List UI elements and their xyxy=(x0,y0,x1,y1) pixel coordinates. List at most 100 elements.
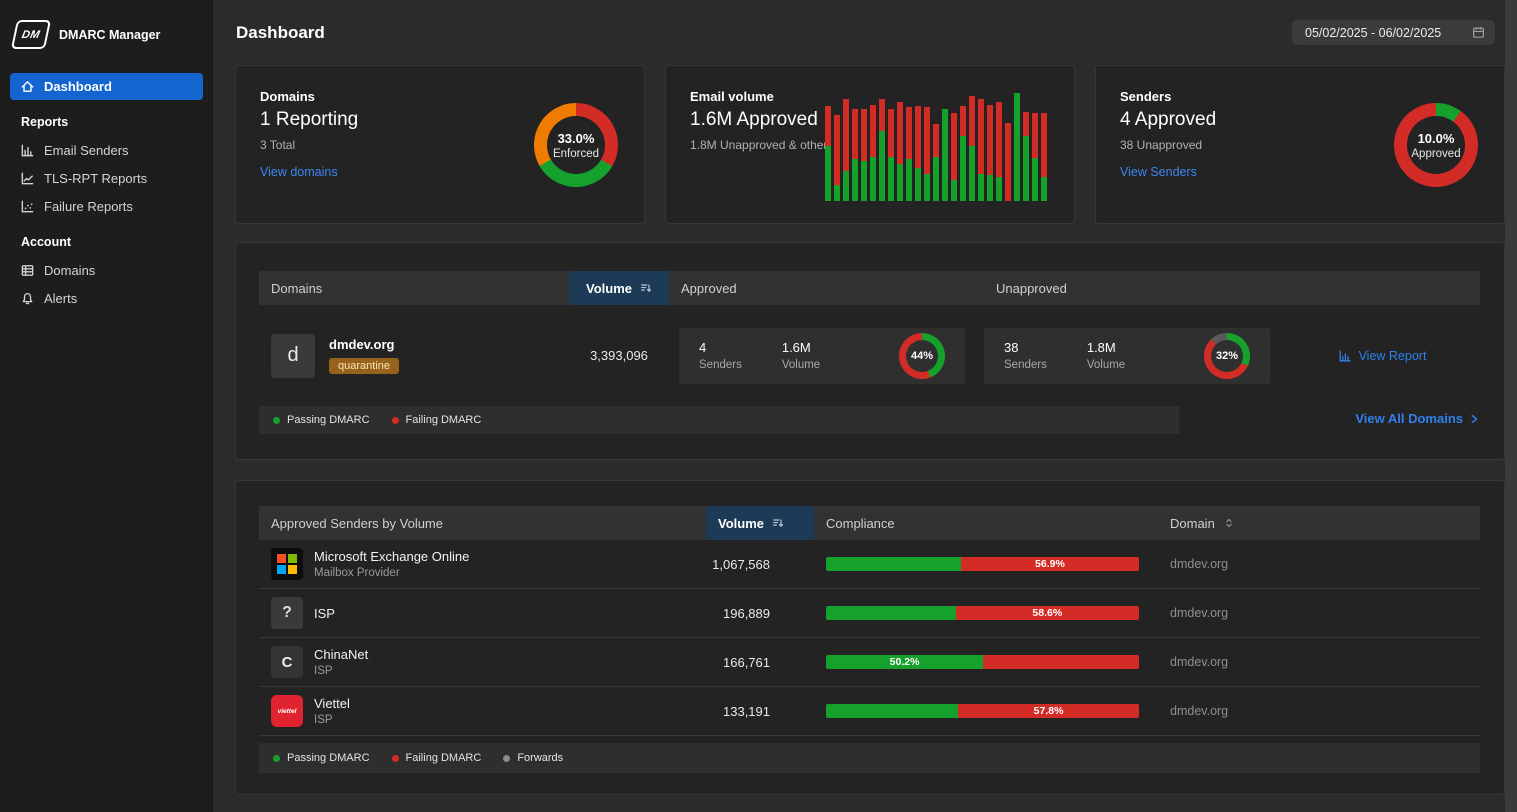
view-report-link[interactable]: View Report xyxy=(1284,349,1480,363)
volume-bar xyxy=(879,99,885,201)
approved-senders-count: 4 xyxy=(699,340,742,355)
sidebar-nav: DashboardReportsEmail SendersTLS-RPT Rep… xyxy=(0,73,213,312)
unapproved-senders-count: 38 xyxy=(1004,340,1047,355)
column-header-approved[interactable]: Approved xyxy=(669,271,984,305)
column-header-approved-senders: Approved Senders by Volume xyxy=(259,506,706,540)
column-header-volume[interactable]: Volume xyxy=(706,506,814,540)
sender-domain: dmdev.org xyxy=(1158,606,1480,620)
legend-item: Passing DMARC xyxy=(273,752,370,764)
unapproved-pass-donut: 32% xyxy=(1204,333,1250,379)
legend-item: Failing DMARC xyxy=(392,414,482,426)
domain-avatar: d xyxy=(271,334,315,378)
domains-table-header: Domains Volume Approved Unapproved xyxy=(259,271,1480,305)
app-name: DMARC Manager xyxy=(59,28,160,42)
logo-text: DM xyxy=(21,29,42,41)
donut-center-value: 10.0% xyxy=(1418,131,1455,146)
sender-row[interactable]: ?ISP196,88958.6%dmdev.org xyxy=(259,589,1480,638)
senders-card: Senders 4 Approved 38 Unapproved View Se… xyxy=(1095,65,1505,224)
legend-dot-icon xyxy=(273,755,280,762)
sidebar-item-email-senders[interactable]: Email Senders xyxy=(10,137,203,164)
view-all-domains-link[interactable]: View All Domains xyxy=(1355,411,1480,426)
calendar-icon xyxy=(1471,25,1486,40)
volume-bar xyxy=(1005,123,1011,201)
sender-domain: dmdev.org xyxy=(1158,557,1480,571)
sender-row[interactable]: viettelViettelISP133,19157.8%dmdev.org xyxy=(259,687,1480,736)
sidebar: DM DMARC Manager DashboardReportsEmail S… xyxy=(0,0,213,812)
sort-both-icon xyxy=(1223,517,1235,529)
senders-rows: Microsoft Exchange OnlineMailbox Provide… xyxy=(259,540,1480,736)
column-header-volume[interactable]: Volume xyxy=(569,271,669,305)
senders-table-header: Approved Senders by Volume Volume Compli… xyxy=(259,506,1480,540)
microsoft-logo-icon xyxy=(271,548,303,580)
unapproved-volume: 1.8M xyxy=(1087,340,1125,355)
view-senders-link[interactable]: View Senders xyxy=(1120,165,1197,179)
approved-stats-block: 4 Senders 1.6M Volume 44% xyxy=(679,328,965,384)
sidebar-item-domains[interactable]: Domains xyxy=(10,257,203,284)
unknown-sender-icon: ? xyxy=(271,597,303,629)
sidebar-item-tls-rpt-reports[interactable]: TLS-RPT Reports xyxy=(10,165,203,192)
vertical-scrollbar[interactable] xyxy=(1505,0,1517,812)
senders-card-title: Senders xyxy=(1120,89,1480,104)
approved-pass-donut: 44% xyxy=(899,333,945,379)
approved-volume: 1.6M xyxy=(782,340,820,355)
view-domains-link[interactable]: View domains xyxy=(260,165,338,179)
sidebar-item-failure-reports[interactable]: Failure Reports xyxy=(10,193,203,220)
volume-bar xyxy=(978,99,984,201)
volume-bar xyxy=(834,115,840,201)
donut-center-value: 33.0% xyxy=(558,131,595,146)
dmarc-dashboard-screen: DM DMARC Manager DashboardReportsEmail S… xyxy=(0,0,1517,812)
policy-badge: quarantine xyxy=(329,358,399,374)
column-header-unapproved[interactable]: Unapproved xyxy=(984,271,1284,305)
column-header-domains[interactable]: Domains xyxy=(259,271,569,305)
senders-legend: Passing DMARCFailing DMARCForwards xyxy=(259,743,1480,773)
app-logo-icon: DM xyxy=(11,20,51,49)
domain-volume: 3,393,096 xyxy=(569,348,669,363)
volume-bar xyxy=(969,96,975,201)
sort-desc-icon xyxy=(772,517,784,529)
nav-section-account: Account xyxy=(0,221,213,256)
sender-row[interactable]: CChinaNetISP166,76150.2%dmdev.org xyxy=(259,638,1480,687)
brand: DM DMARC Manager xyxy=(0,0,213,65)
volume-bar xyxy=(915,106,921,201)
legend-dot-icon xyxy=(273,417,280,424)
bar-chart-icon xyxy=(20,143,35,158)
column-header-actions xyxy=(1284,271,1480,305)
volume-bar xyxy=(888,109,894,201)
email-volume-card: Email volume 1.6M Approved 1.8M Unapprov… xyxy=(665,65,1075,224)
compliance-percent: 56.9% xyxy=(1035,558,1065,570)
volume-bar xyxy=(1014,93,1020,201)
date-range-picker[interactable]: 05/02/2025 - 06/02/2025 xyxy=(1292,20,1495,45)
volume-bar xyxy=(861,109,867,201)
volume-bar xyxy=(897,102,903,201)
sender-row[interactable]: Microsoft Exchange OnlineMailbox Provide… xyxy=(259,540,1480,589)
volume-bar xyxy=(951,113,957,201)
compliance-bar: 56.9% xyxy=(826,557,1139,571)
compliance-percent: 57.8% xyxy=(1034,705,1064,717)
domains-panel: Domains Volume Approved Unapproved d dmd… xyxy=(235,242,1505,460)
sender-name: ChinaNet xyxy=(314,647,368,662)
domains-card: Domains 1 Reporting 3 Total View domains… xyxy=(235,65,645,224)
enforced-donut-chart: 33.0% Enforced xyxy=(534,103,618,187)
sender-name: Viettel xyxy=(314,696,350,711)
date-range-value: 05/02/2025 - 06/02/2025 xyxy=(1305,26,1441,40)
column-header-compliance: Compliance xyxy=(814,506,1158,540)
scatter-chart-icon xyxy=(20,199,35,214)
compliance-bar: 50.2% xyxy=(826,655,1139,669)
home-icon xyxy=(20,79,35,94)
volume-bar xyxy=(1023,112,1029,201)
sidebar-item-dashboard[interactable]: Dashboard xyxy=(10,73,203,100)
sender-name: ISP xyxy=(314,606,335,621)
stat-cards: Domains 1 Reporting 3 Total View domains… xyxy=(235,65,1505,224)
domain-row[interactable]: d dmdev.org quarantine 3,393,096 4 Sende… xyxy=(259,313,1480,398)
sidebar-item-alerts[interactable]: Alerts xyxy=(10,285,203,312)
nav-section-reports: Reports xyxy=(0,101,213,136)
table-icon xyxy=(20,263,35,278)
sender-domain: dmdev.org xyxy=(1158,655,1480,669)
column-header-domain[interactable]: Domain xyxy=(1158,506,1480,540)
sender-name: Microsoft Exchange Online xyxy=(314,549,469,564)
unapproved-stats-block: 38 Senders 1.8M Volume 32% xyxy=(984,328,1270,384)
volume-bar xyxy=(906,107,912,201)
email-volume-chart xyxy=(825,88,1048,201)
volume-bar xyxy=(825,106,831,201)
sender-type: ISP xyxy=(314,665,368,677)
